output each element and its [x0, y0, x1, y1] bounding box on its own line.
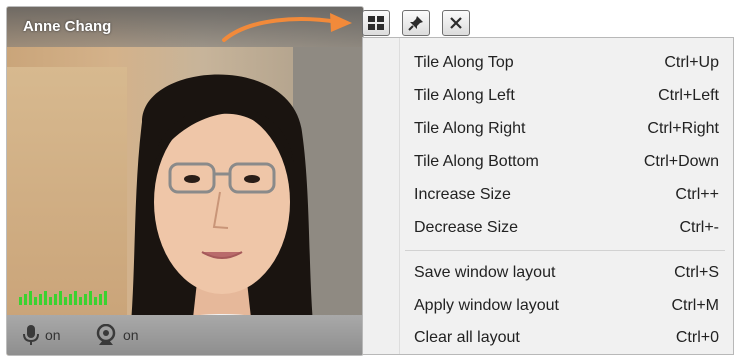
microphone-icon: [23, 325, 39, 345]
menu-item-shortcut: Ctrl+Down: [643, 153, 719, 170]
audio-level-bar: [69, 294, 72, 305]
menu-item-label: Clear all layout: [414, 329, 520, 346]
audio-level-meter: [19, 289, 107, 305]
camera-toggle[interactable]: on: [95, 324, 139, 346]
audio-level-bar: [79, 297, 82, 305]
pin-icon: [408, 16, 423, 31]
audio-level-bar: [99, 294, 102, 305]
menu-item-apply-window-layout[interactable]: Apply window layout Ctrl+M: [400, 291, 733, 321]
video-window: Anne Chang on on: [6, 6, 364, 356]
menu-item-shortcut: Ctrl+Up: [664, 54, 719, 71]
audio-level-bar: [24, 294, 27, 305]
menu-item-shortcut: Ctrl+-: [679, 219, 719, 236]
menu-item-shortcut: Ctrl+S: [674, 264, 719, 281]
menu-item-shortcut: Ctrl+M: [671, 297, 719, 314]
menu-item-shortcut: Ctrl+Right: [647, 120, 719, 137]
video-control-bar: on on: [7, 315, 363, 355]
menu-item-shortcut: Ctrl++: [675, 186, 719, 203]
audio-level-bar: [49, 297, 52, 305]
audio-level-bar: [84, 294, 87, 305]
menu-item-clear-all-layout[interactable]: Clear all layout Ctrl+0: [400, 323, 733, 353]
menu-item-label: Save window layout: [414, 264, 556, 281]
menu-item-label: Tile Along Left: [414, 87, 515, 104]
microphone-status: on: [45, 327, 61, 343]
tile-layout-icon: [368, 16, 384, 30]
camera-status: on: [123, 327, 139, 343]
audio-level-bar: [89, 291, 92, 305]
menu-item-tile-along-bottom[interactable]: Tile Along Bottom Ctrl+Down: [400, 147, 733, 177]
window-layout-menu: Tile Along Top Ctrl+Up Tile Along Left C…: [362, 37, 734, 355]
audio-level-bar: [19, 297, 22, 305]
menu-item-label: Apply window layout: [414, 297, 559, 314]
menu-item-save-window-layout[interactable]: Save window layout Ctrl+S: [400, 258, 733, 288]
audio-level-bar: [54, 294, 57, 305]
menu-item-tile-along-left[interactable]: Tile Along Left Ctrl+Left: [400, 81, 733, 111]
audio-level-bar: [74, 291, 77, 305]
menu-item-shortcut: Ctrl+0: [675, 329, 719, 346]
audio-level-bar: [39, 294, 42, 305]
audio-level-bar: [64, 297, 67, 305]
audio-level-bar: [29, 291, 32, 305]
menu-item-shortcut: Ctrl+Left: [658, 87, 719, 104]
menu-item-increase-size[interactable]: Increase Size Ctrl++: [400, 180, 733, 210]
menu-item-tile-along-top[interactable]: Tile Along Top Ctrl+Up: [400, 48, 733, 78]
caller-name: Anne Chang: [23, 18, 112, 35]
audio-level-bar: [44, 291, 47, 305]
audio-level-bar: [34, 297, 37, 305]
menu-item-label: Tile Along Bottom: [414, 153, 539, 170]
webcam-icon: [96, 324, 116, 345]
menu-item-tile-along-right[interactable]: Tile Along Right Ctrl+Right: [400, 114, 733, 144]
audio-level-bar: [104, 291, 107, 305]
menu-item-label: Tile Along Right: [414, 120, 526, 137]
menu-item-label: Increase Size: [414, 186, 511, 203]
menu-item-decrease-size[interactable]: Decrease Size Ctrl+-: [400, 213, 733, 243]
close-icon: [450, 17, 462, 29]
menu-item-label: Tile Along Top: [414, 54, 514, 71]
menu-icon-gutter: [363, 38, 400, 354]
caller-video-image: [127, 74, 317, 355]
close-button[interactable]: [442, 10, 470, 36]
audio-level-bar: [94, 297, 97, 305]
tile-layout-button[interactable]: [362, 10, 390, 36]
menu-item-label: Decrease Size: [414, 219, 519, 236]
microphone-toggle[interactable]: on: [23, 324, 61, 346]
orange-arrow-annotation: [222, 13, 352, 42]
menu-separator: [405, 250, 725, 251]
audio-level-bar: [59, 291, 62, 305]
pin-button[interactable]: [402, 10, 430, 36]
